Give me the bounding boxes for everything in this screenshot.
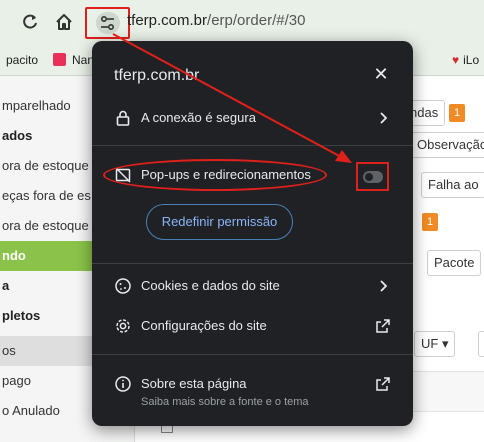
open-in-new-icon [375, 318, 391, 334]
url-host: tferp.com.br [127, 12, 208, 29]
count-badge: 1 [422, 213, 438, 231]
chevron-right-icon [375, 278, 391, 294]
annotation-box [356, 162, 389, 191]
chevron-right-icon [375, 110, 391, 126]
filter-chip-pacote[interactable]: Pacote [427, 250, 482, 276]
reset-permission-button[interactable]: Redefinir permissão [146, 204, 293, 240]
browser-toolbar: tferp.com.br/erp/order/#/30 [0, 0, 484, 44]
popups-toggle[interactable] [363, 171, 383, 183]
chip-label: ndas [410, 105, 439, 120]
bookmark-item[interactable]: pacito [6, 53, 38, 67]
tune-icon [96, 12, 120, 34]
address-bar[interactable]: tferp.com.br/erp/order/#/30 [127, 12, 305, 29]
popup-blocked-icon [114, 166, 132, 184]
about-page-label: Sobre esta página [141, 376, 247, 391]
site-controls-button[interactable] [85, 7, 130, 39]
dropdown-label: UF ▾ [421, 336, 449, 351]
bookmark-label: Nan [72, 53, 95, 67]
filter-chip-observacao[interactable]: Observação [410, 132, 484, 158]
connection-label: A conexão é segura [141, 110, 256, 125]
filter-chip-falha[interactable]: Falha ao [421, 172, 484, 198]
popups-label: Pop-ups e redirecionamentos [141, 167, 311, 182]
url-path: /erp/order/#/30 [207, 12, 306, 29]
open-in-new-icon [375, 376, 391, 392]
home-icon[interactable] [54, 12, 74, 32]
bookmark-favicon [53, 53, 66, 66]
lock-icon [114, 109, 132, 127]
uf-dropdown[interactable]: UF ▾ [414, 331, 456, 357]
chip-label: Observação [417, 137, 484, 152]
connection-secure-row[interactable]: A conexão é segura [92, 100, 413, 136]
filter-chip[interactable] [478, 331, 484, 357]
divider [92, 145, 413, 146]
cookies-row[interactable]: Cookies e dados do site [92, 268, 413, 304]
bookmark-label: iLo [463, 53, 480, 67]
close-icon[interactable]: ✕ [372, 65, 390, 83]
site-settings-label: Configurações do site [141, 318, 267, 333]
reload-icon[interactable] [20, 12, 40, 32]
chip-label: Falha ao [428, 177, 479, 192]
site-settings-row[interactable]: Configurações do site [92, 308, 413, 344]
divider [92, 263, 413, 264]
cookie-icon [114, 277, 132, 295]
count-badge: 1 [449, 104, 465, 122]
heart-icon: ♥ [452, 53, 460, 67]
bookmark-item[interactable]: Nan [53, 53, 94, 67]
toggle-knob [365, 173, 373, 181]
bookmark-label: pacito [6, 53, 39, 67]
divider [92, 354, 413, 355]
gear-icon [114, 317, 132, 335]
popup-title: tferp.com.br [114, 67, 200, 84]
about-page-subtitle: Saiba mais sobre a fonte e o tema [141, 396, 309, 408]
cookies-label: Cookies e dados do site [141, 278, 280, 293]
bookmark-item[interactable]: ♥ iLo [452, 53, 479, 67]
info-sparkle-icon [114, 375, 132, 393]
site-info-popup: tferp.com.br ✕ A conexão é segura Pop-up… [92, 41, 413, 426]
chip-label: Pacote [434, 255, 475, 270]
